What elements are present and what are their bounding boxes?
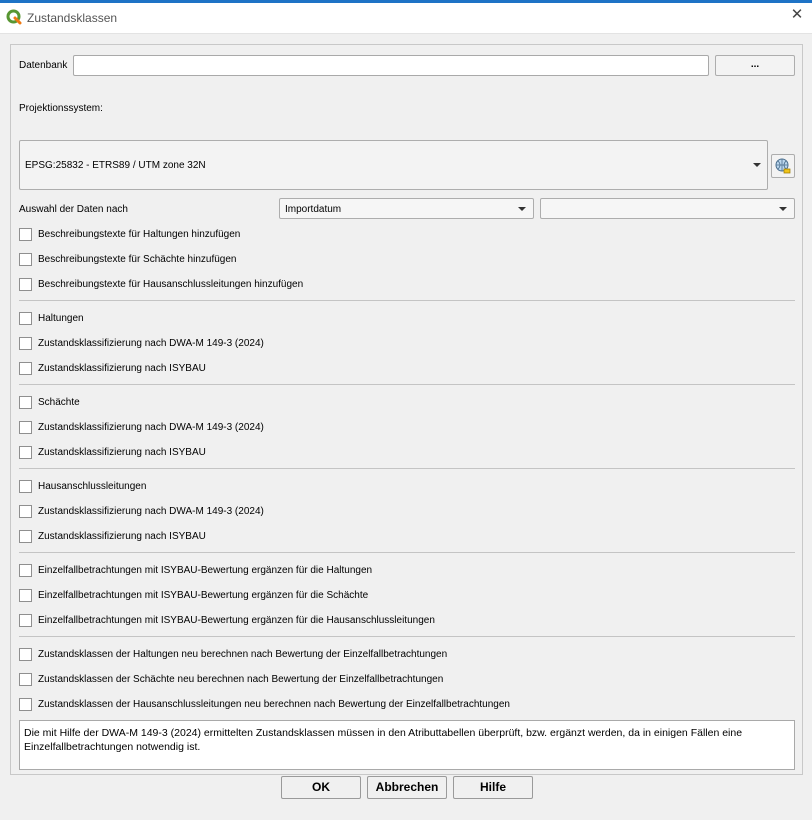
checkbox-row[interactable]: Einzelfallbetrachtungen mit ISYBAU-Bewer… <box>19 589 619 603</box>
window-title: Zustandsklassen <box>27 11 118 25</box>
checkbox[interactable] <box>19 648 32 661</box>
checkbox-label: Zustandsklassifizierung nach DWA-M 149-3… <box>38 506 264 517</box>
checkbox[interactable] <box>19 564 32 577</box>
checkbox[interactable] <box>19 337 32 350</box>
checkbox-row[interactable]: Zustandsklassifizierung nach ISYBAU <box>19 446 619 460</box>
ok-button[interactable]: OK <box>281 776 361 799</box>
checkbox-label: Haltungen <box>38 313 84 324</box>
checkbox-label: Zustandsklassen der Schächte neu berechn… <box>38 674 444 685</box>
title-bar: Zustandsklassen ✕ <box>0 3 812 34</box>
checkbox-row[interactable]: Zustandsklassifizierung nach DWA-M 149-3… <box>19 505 619 519</box>
auswahl-label: Auswahl der Daten nach <box>19 204 128 215</box>
checkbox[interactable] <box>19 480 32 493</box>
help-button[interactable]: Hilfe <box>453 776 533 799</box>
group-separator <box>19 384 795 385</box>
chevron-down-icon <box>779 207 787 211</box>
checkbox-label: Zustandsklassen der Haltungen neu berech… <box>38 649 448 660</box>
checkbox-label: Einzelfallbetrachtungen mit ISYBAU-Bewer… <box>38 590 369 601</box>
checkbox[interactable] <box>19 396 32 409</box>
checkbox[interactable] <box>19 530 32 543</box>
checkbox-row[interactable]: Schächte <box>19 396 619 410</box>
checkbox[interactable] <box>19 505 32 518</box>
checkbox-row[interactable]: Zustandsklassifizierung nach DWA-M 149-3… <box>19 421 619 435</box>
checkbox-row[interactable]: Beschreibungstexte für Schächte hinzufüg… <box>19 253 619 267</box>
checkbox[interactable] <box>19 421 32 434</box>
checkbox[interactable] <box>19 673 32 686</box>
qgis-logo-icon <box>6 9 22 25</box>
checkbox[interactable] <box>19 253 32 266</box>
crs-globe-icon <box>775 158 791 174</box>
projektion-label: Projektionssystem: <box>19 103 103 114</box>
checkbox-row[interactable]: Zustandsklassifizierung nach ISYBAU <box>19 530 619 544</box>
checkbox[interactable] <box>19 446 32 459</box>
chevron-down-icon <box>753 163 761 167</box>
checkbox-row[interactable]: Einzelfallbetrachtungen mit ISYBAU-Bewer… <box>19 614 619 628</box>
group-separator <box>19 468 795 469</box>
checkbox[interactable] <box>19 278 32 291</box>
cancel-button[interactable]: Abbrechen <box>367 776 447 799</box>
checkbox-row[interactable]: Zustandsklassen der Hausanschlussleitung… <box>19 698 619 712</box>
checkbox-label: Zustandsklassifizierung nach ISYBAU <box>38 447 206 458</box>
checkbox-row[interactable]: Beschreibungstexte für Haltungen hinzufü… <box>19 228 619 242</box>
crs-picker-button[interactable] <box>771 154 795 178</box>
info-note: Die mit Hilfe der DWA-M 149-3 (2024) erm… <box>19 720 795 770</box>
checkbox[interactable] <box>19 228 32 241</box>
checkbox[interactable] <box>19 614 32 627</box>
checkbox-label: Zustandsklassifizierung nach ISYBAU <box>38 363 206 374</box>
checkbox-row[interactable]: Einzelfallbetrachtungen mit ISYBAU-Bewer… <box>19 564 619 578</box>
checkbox-label: Beschreibungstexte für Haltungen hinzufü… <box>38 229 241 240</box>
checkbox-row[interactable]: Haltungen <box>19 312 619 326</box>
checkbox-label: Zustandsklassen der Hausanschlussleitung… <box>38 699 510 710</box>
auswahl-combo-primary-value: Importdatum <box>285 204 342 215</box>
group-separator <box>19 636 795 637</box>
checkbox-label: Zustandsklassifizierung nach DWA-M 149-3… <box>38 422 264 433</box>
checkbox-row[interactable]: Hausanschlussleitungen <box>19 480 619 494</box>
checkbox-label: Hausanschlussleitungen <box>38 481 147 492</box>
datenbank-input[interactable] <box>73 55 709 76</box>
checkbox-row[interactable]: Zustandsklassifizierung nach DWA-M 149-3… <box>19 337 619 351</box>
group-separator <box>19 300 795 301</box>
auswahl-combo-primary[interactable]: Importdatum <box>279 198 534 219</box>
datenbank-browse-button[interactable]: ... <box>715 55 795 76</box>
group-separator <box>19 552 795 553</box>
checkbox-label: Schächte <box>38 397 80 408</box>
auswahl-combo-secondary[interactable] <box>540 198 795 219</box>
checkbox[interactable] <box>19 362 32 375</box>
checkbox-label: Beschreibungstexte für Hausanschlussleit… <box>38 279 304 290</box>
crs-selector[interactable]: EPSG:25832 - ETRS89 / UTM zone 32N <box>19 140 768 190</box>
checkbox-label: Einzelfallbetrachtungen mit ISYBAU-Bewer… <box>38 565 373 576</box>
checkbox[interactable] <box>19 589 32 602</box>
datenbank-label: Datenbank <box>19 60 68 71</box>
crs-value: EPSG:25832 - ETRS89 / UTM zone 32N <box>25 160 206 171</box>
checkbox[interactable] <box>19 698 32 711</box>
chevron-down-icon <box>518 207 526 211</box>
checkbox[interactable] <box>19 312 32 325</box>
checkbox-label: Einzelfallbetrachtungen mit ISYBAU-Bewer… <box>38 615 435 626</box>
checkbox-row[interactable]: Zustandsklassen der Haltungen neu berech… <box>19 648 619 662</box>
checkbox-label: Beschreibungstexte für Schächte hinzufüg… <box>38 254 237 265</box>
checkbox-row[interactable]: Zustandsklassen der Schächte neu berechn… <box>19 673 619 687</box>
checkbox-label: Zustandsklassifizierung nach DWA-M 149-3… <box>38 338 264 349</box>
checkbox-row[interactable]: Zustandsklassifizierung nach ISYBAU <box>19 362 619 376</box>
checkbox-label: Zustandsklassifizierung nach ISYBAU <box>38 531 206 542</box>
close-icon[interactable]: ✕ <box>790 7 804 22</box>
checkbox-row[interactable]: Beschreibungstexte für Hausanschlussleit… <box>19 278 619 292</box>
